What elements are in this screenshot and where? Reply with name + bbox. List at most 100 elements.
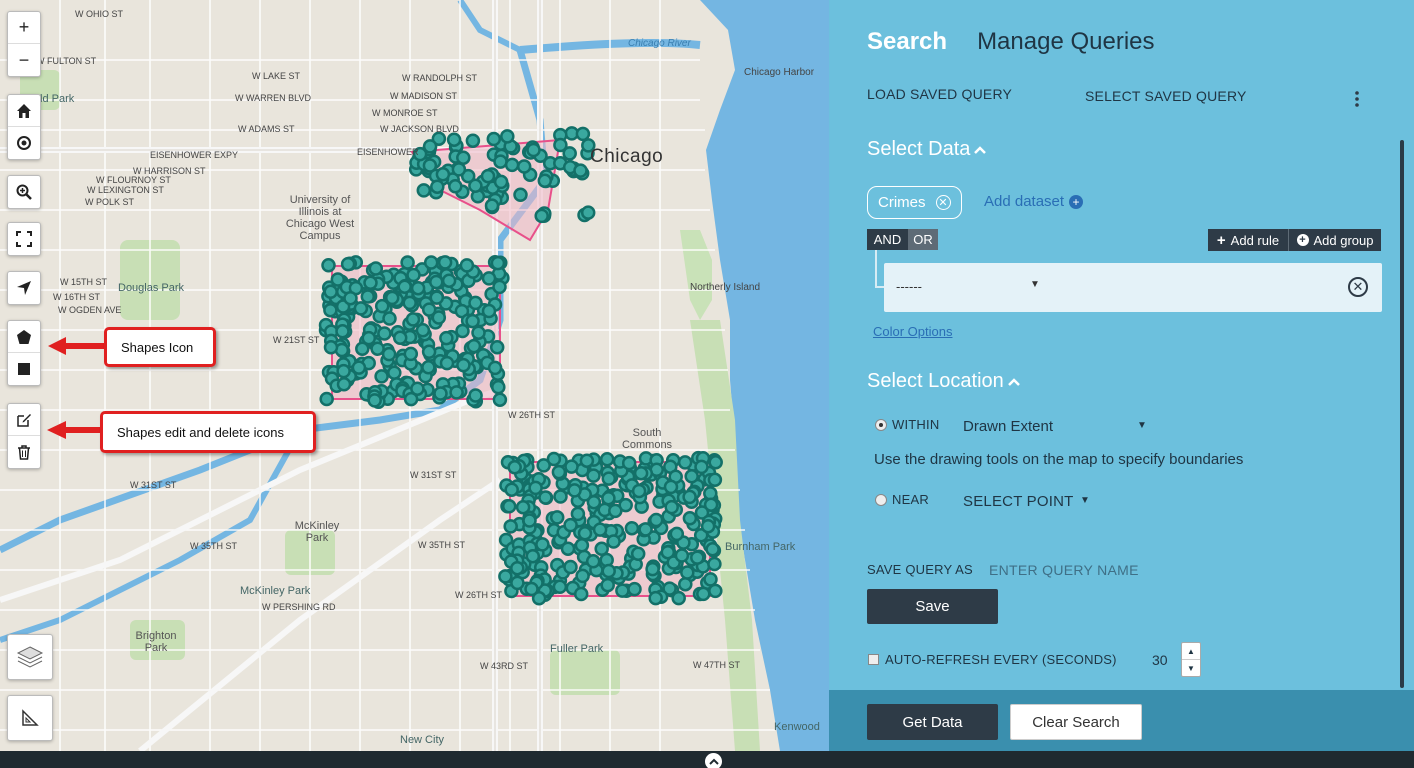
crime-point[interactable] — [448, 179, 463, 194]
crime-point[interactable] — [633, 465, 649, 481]
crime-point[interactable] — [465, 313, 480, 329]
crime-point[interactable] — [516, 159, 532, 174]
map-canvas[interactable]: W OHIO ST W FULTON ST W LAKE ST W RANDOL… — [0, 0, 829, 751]
dataset-chip[interactable]: Crimes ✕ — [867, 186, 962, 219]
crime-point[interactable] — [696, 586, 711, 602]
panel-scrollbar[interactable] — [1400, 140, 1404, 688]
crime-point[interactable] — [528, 480, 543, 496]
locate-button[interactable] — [8, 127, 40, 159]
tab-search[interactable]: Search — [867, 28, 947, 56]
crime-point[interactable] — [608, 503, 623, 519]
crime-point[interactable] — [416, 183, 432, 198]
crime-point[interactable] — [575, 568, 590, 584]
crime-point[interactable] — [575, 126, 591, 142]
query-name-input[interactable]: ENTER QUERY NAME — [989, 562, 1139, 578]
crime-point[interactable] — [406, 267, 421, 283]
crime-point[interactable] — [491, 379, 506, 395]
crime-point[interactable] — [321, 258, 336, 273]
expand-panel-button[interactable] — [705, 753, 722, 768]
crime-point[interactable] — [486, 131, 502, 147]
crime-point[interactable] — [648, 512, 664, 528]
crime-point[interactable] — [585, 554, 601, 569]
crime-point[interactable] — [319, 391, 334, 407]
remove-dataset-icon[interactable]: ✕ — [935, 195, 951, 210]
crime-point[interactable] — [552, 579, 568, 595]
crime-point[interactable] — [577, 526, 593, 541]
crime-point[interactable] — [410, 280, 426, 296]
add-dataset-link[interactable]: Add dataset + — [984, 193, 1084, 210]
crime-point[interactable] — [392, 330, 408, 346]
crime-point[interactable] — [631, 483, 647, 499]
fullscreen-button[interactable] — [8, 223, 40, 255]
crime-point[interactable] — [360, 289, 376, 304]
crime-point[interactable] — [638, 522, 653, 537]
layers-button[interactable] — [7, 634, 53, 680]
crime-point[interactable] — [551, 464, 567, 480]
crime-point[interactable] — [671, 590, 686, 606]
crime-point[interactable] — [435, 167, 451, 182]
crime-point[interactable] — [323, 302, 338, 318]
crime-point[interactable] — [363, 275, 378, 291]
auto-refresh-checkbox[interactable] — [868, 654, 879, 665]
crime-point[interactable] — [705, 542, 720, 557]
crime-point[interactable] — [368, 261, 384, 276]
within-radio[interactable] — [875, 418, 887, 431]
crime-point[interactable] — [525, 548, 541, 564]
crime-point[interactable] — [664, 499, 679, 515]
crime-point[interactable] — [361, 330, 377, 346]
crime-point[interactable] — [648, 590, 663, 606]
crime-point[interactable] — [504, 482, 519, 497]
crime-point[interactable] — [421, 344, 437, 360]
crime-point[interactable] — [510, 560, 525, 576]
crime-point[interactable] — [481, 271, 497, 286]
crime-point[interactable] — [707, 556, 722, 572]
select-data-section[interactable]: Select Data — [867, 138, 987, 161]
auto-refresh-value[interactable]: 30 — [1152, 652, 1168, 668]
crime-point[interactable] — [487, 360, 503, 376]
add-rule-button[interactable]: + Add rule — [1208, 229, 1288, 251]
edit-shapes-button[interactable] — [8, 404, 40, 436]
crime-point[interactable] — [624, 520, 640, 536]
crime-point[interactable] — [471, 325, 486, 340]
navigate-button[interactable] — [8, 272, 40, 304]
crime-point[interactable] — [537, 173, 553, 189]
crime-point[interactable] — [423, 255, 439, 270]
crime-point[interactable] — [567, 483, 582, 498]
crime-point[interactable] — [630, 546, 646, 562]
caret-down-icon[interactable]: ▼ — [1080, 495, 1090, 506]
crime-point[interactable] — [534, 208, 549, 224]
crime-point[interactable] — [503, 519, 518, 534]
and-button[interactable]: AND — [867, 229, 908, 250]
crime-point[interactable] — [353, 301, 369, 316]
crime-point[interactable] — [492, 392, 508, 407]
zoom-to-extent-button[interactable] — [8, 176, 40, 208]
crime-point[interactable] — [690, 550, 705, 565]
crime-point[interactable] — [493, 174, 509, 190]
crime-point[interactable] — [546, 451, 562, 467]
crime-point[interactable] — [410, 381, 425, 396]
crime-point[interactable] — [490, 255, 506, 271]
crime-point[interactable] — [340, 256, 356, 272]
crime-point[interactable] — [708, 583, 723, 599]
crime-point[interactable] — [336, 377, 352, 392]
crime-point[interactable] — [377, 326, 392, 341]
crime-point[interactable] — [522, 513, 537, 528]
crime-point[interactable] — [573, 586, 589, 602]
draw-rectangle-button[interactable] — [8, 353, 40, 385]
caret-down-icon[interactable]: ▼ — [1137, 420, 1147, 431]
crime-point[interactable] — [580, 205, 596, 220]
more-options-icon[interactable] — [1354, 90, 1360, 108]
crime-point[interactable] — [402, 295, 417, 311]
crime-point[interactable] — [459, 258, 475, 273]
crime-point[interactable] — [579, 453, 595, 468]
crime-point[interactable] — [703, 572, 718, 587]
crime-point[interactable] — [501, 499, 517, 514]
delete-shapes-button[interactable] — [8, 436, 40, 468]
crime-point[interactable] — [439, 355, 455, 371]
crime-point[interactable] — [323, 284, 338, 300]
crime-point[interactable] — [422, 139, 438, 154]
crime-point[interactable] — [367, 393, 382, 408]
crime-point[interactable] — [601, 490, 616, 506]
near-point-select[interactable]: SELECT POINT — [963, 493, 1073, 510]
crime-point[interactable] — [526, 142, 541, 158]
